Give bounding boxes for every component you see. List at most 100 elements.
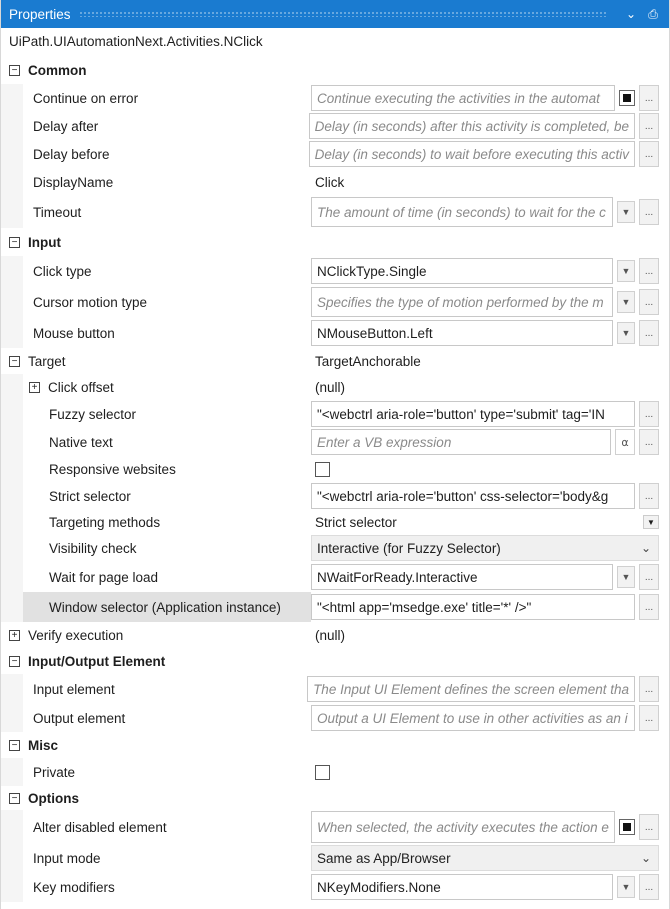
property-label: Delay before — [1, 140, 309, 168]
property-label: Targeting methods — [1, 510, 311, 534]
category-label: Target — [28, 353, 66, 369]
delay-before-input[interactable]: Delay (in seconds) to wait before execut… — [308, 141, 635, 167]
property-label: Private — [1, 758, 311, 786]
collapse-icon[interactable]: − — [9, 236, 20, 248]
pin-icon[interactable]: ⎙ — [645, 7, 661, 22]
property-label: Output element — [1, 704, 311, 732]
responsive-websites-checkbox[interactable] — [315, 461, 330, 477]
property-row-strict-selector: Strict selector "<webctrl aria-role='but… — [1, 482, 669, 510]
expression-editor-button[interactable]: ... — [639, 199, 659, 225]
property-row-timeout: Timeout The amount of time (in seconds) … — [1, 196, 669, 228]
property-row-wait-for-page-load: Wait for page load NWaitForReady.Interac… — [1, 562, 669, 592]
display-name-value[interactable]: Click — [311, 175, 344, 190]
property-label: Window selector (Application instance) — [1, 592, 311, 622]
expression-editor-button[interactable]: ... — [639, 874, 659, 900]
key-modifiers-input[interactable]: NKeyModifiers.None — [311, 874, 613, 900]
expression-editor-button[interactable]: ... — [639, 676, 659, 702]
expression-editor-button[interactable]: ... — [639, 85, 659, 111]
property-row-delay-after: Delay after Delay (in seconds) after thi… — [1, 112, 669, 140]
property-row-private: Private — [1, 758, 669, 786]
property-label: Delay after — [1, 112, 309, 140]
mouse-button-input[interactable]: NMouseButton.Left — [311, 320, 613, 346]
expression-editor-button[interactable]: ... — [639, 814, 659, 840]
continue-on-error-checkbox[interactable] — [619, 90, 635, 106]
property-row-fuzzy-selector: Fuzzy selector "<webctrl aria-role='butt… — [1, 400, 669, 428]
collapse-icon[interactable]: − — [9, 792, 20, 804]
collapse-icon[interactable]: − — [9, 64, 20, 76]
expression-editor-button[interactable]: ... — [639, 429, 659, 455]
targeting-methods-dropdown[interactable]: ▼ — [643, 515, 659, 529]
property-row-click-type: Click type NClickType.Single ▼ ... — [1, 256, 669, 286]
dropdown-button[interactable]: ▼ — [617, 201, 635, 223]
property-label: Alter disabled element — [1, 810, 311, 844]
native-text-input[interactable]: Enter a VB expression — [311, 429, 611, 455]
chevron-down-icon: ⌄ — [640, 541, 651, 555]
property-row-mouse-button: Mouse button NMouseButton.Left ▼ ... — [1, 318, 669, 348]
window-selector-input[interactable]: "<html app='msedge.exe' title='*' />" — [311, 594, 635, 620]
input-mode-select[interactable]: Same as App/Browser ⌄ — [311, 845, 659, 871]
timeout-input[interactable]: The amount of time (in seconds) to wait … — [311, 197, 613, 227]
expression-editor-button[interactable]: ... — [639, 401, 659, 427]
chevron-down-icon[interactable]: ⌄ — [623, 7, 639, 21]
input-element-input[interactable]: The Input UI Element defines the screen … — [307, 676, 635, 702]
property-row-click-offset: + Click offset (null) — [1, 374, 669, 400]
expression-editor-button[interactable]: ... — [639, 289, 659, 315]
category-common[interactable]: − Common — [1, 56, 669, 84]
property-row-input-element: Input element The Input UI Element defin… — [1, 674, 669, 704]
expression-editor-button[interactable]: ... — [639, 320, 659, 346]
delay-after-input[interactable]: Delay (in seconds) after this activity i… — [308, 113, 635, 139]
dropdown-button[interactable]: ▼ — [617, 876, 635, 898]
property-label: Timeout — [1, 196, 311, 228]
dropdown-button[interactable]: ▼ — [617, 291, 635, 313]
property-row-output-element: Output element Output a UI Element to us… — [1, 704, 669, 732]
property-label: Strict selector — [1, 482, 311, 510]
category-target[interactable]: − Target TargetAnchorable — [1, 348, 669, 374]
alter-disabled-element-checkbox[interactable] — [619, 819, 635, 835]
dropdown-button[interactable]: ▼ — [617, 322, 635, 344]
collapse-icon[interactable]: − — [9, 739, 20, 751]
drag-handle[interactable] — [78, 11, 607, 17]
dropdown-button[interactable]: ▼ — [617, 566, 635, 588]
category-misc[interactable]: − Misc — [1, 732, 669, 758]
category-input-output-element[interactable]: − Input/Output Element — [1, 648, 669, 674]
expression-editor-button[interactable]: ... — [639, 113, 659, 139]
property-row-cursor-motion-type: Cursor motion type Specifies the type of… — [1, 286, 669, 318]
property-row-display-name: DisplayName Click — [1, 168, 669, 196]
category-input[interactable]: − Input — [1, 228, 669, 256]
click-type-input[interactable]: NClickType.Single — [311, 258, 613, 284]
collapse-icon[interactable]: − — [9, 355, 20, 367]
private-checkbox[interactable] — [315, 764, 330, 780]
collapse-icon[interactable]: − — [9, 655, 20, 667]
alter-disabled-element-input[interactable]: When selected, the activity executes the… — [311, 811, 615, 843]
expression-editor-button[interactable]: ... — [639, 594, 659, 620]
property-row-targeting-methods: Targeting methods Strict selector ▼ — [1, 510, 669, 534]
expression-editor-button[interactable]: ... — [639, 141, 659, 167]
expression-editor-button[interactable]: ... — [639, 705, 659, 731]
property-label: Wait for page load — [1, 562, 311, 592]
cursor-motion-type-input[interactable]: Specifies the type of motion performed b… — [311, 287, 613, 317]
property-label[interactable]: + Click offset — [1, 374, 311, 400]
property-row-window-selector: Window selector (Application instance) "… — [1, 592, 669, 622]
continue-on-error-input[interactable]: Continue executing the activities in the… — [311, 85, 615, 111]
property-row-input-mode: Input mode Same as App/Browser ⌄ — [1, 844, 669, 872]
visibility-check-select[interactable]: Interactive (for Fuzzy Selector) ⌄ — [311, 535, 659, 561]
expand-icon[interactable]: + — [9, 629, 20, 641]
fuzzy-selector-input[interactable]: "<webctrl aria-role='button' type='submi… — [311, 401, 635, 427]
expression-editor-button[interactable]: ... — [639, 483, 659, 509]
strict-selector-input[interactable]: "<webctrl aria-role='button' css-selecto… — [311, 483, 635, 509]
activity-class-name: UiPath.UIAutomationNext.Activities.NClic… — [9, 34, 263, 49]
category-label: Input — [28, 234, 61, 250]
text-tool-icon[interactable]: ⍺ — [615, 429, 635, 455]
output-element-input[interactable]: Output a UI Element to use in other acti… — [311, 705, 635, 731]
target-value: TargetAnchorable — [315, 353, 421, 369]
category-options[interactable]: − Options — [1, 786, 669, 810]
verify-execution-label[interactable]: + Verify execution — [1, 628, 311, 643]
property-row-native-text: Native text Enter a VB expression ⍺ ... — [1, 428, 669, 456]
property-label: Continue on error — [1, 84, 311, 112]
expression-editor-button[interactable]: ... — [639, 258, 659, 284]
dropdown-button[interactable]: ▼ — [617, 260, 635, 282]
expression-editor-button[interactable]: ... — [639, 564, 659, 590]
wait-for-page-load-input[interactable]: NWaitForReady.Interactive — [311, 564, 613, 590]
panel-titlebar: Properties ⌄ ⎙ — [1, 0, 669, 28]
expand-icon[interactable]: + — [29, 381, 40, 393]
